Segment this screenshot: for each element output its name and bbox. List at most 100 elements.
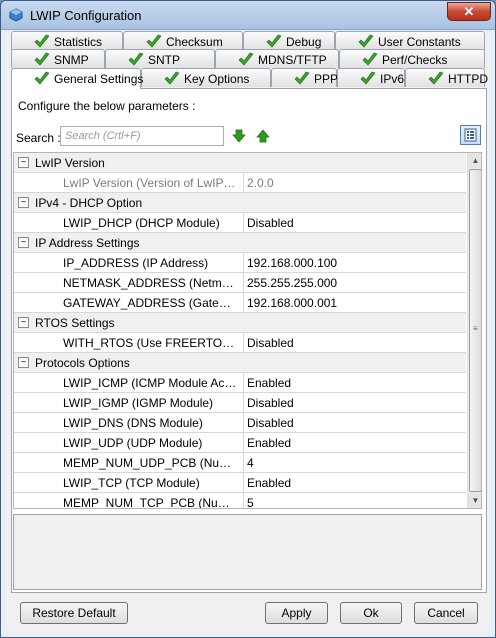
parameter-row[interactable]: WITH_RTOS (Use FREERTOS ** ... Disabled — [14, 333, 466, 353]
parameter-row[interactable]: GATEWAY_ADDRESS (Gateway A... 192.168.000… — [14, 293, 466, 313]
tab-perf-checks[interactable]: Perf/Checks — [339, 49, 485, 68]
category-name: LwIP Version — [35, 156, 105, 170]
parameter-name: MEMP_NUM_UDP_PCB (Number of... — [63, 456, 237, 470]
tab-sntp[interactable]: SNTP — [105, 49, 215, 68]
tab-mdns-tftp[interactable]: MDNS/TFTP — [215, 49, 339, 68]
close-button[interactable]: ✕ — [447, 2, 491, 21]
category-row[interactable]: − LwIP Version — [14, 153, 466, 173]
tab-debug[interactable]: Debug — [243, 31, 335, 50]
parameter-value[interactable]: Enabled — [243, 433, 465, 452]
scrollbar-grip: ≡ — [473, 324, 478, 333]
cube-icon — [9, 8, 23, 22]
tab-label: Debug — [286, 35, 322, 49]
parameter-value[interactable]: 4 — [243, 453, 465, 472]
tab-ppp[interactable]: PPP — [271, 68, 339, 87]
parameter-row[interactable]: LwIP Version (Version of LwIP sup... 2.0.… — [14, 173, 466, 193]
parameter-value[interactable]: 192.168.000.001 — [243, 293, 465, 312]
tab-httpd[interactable]: HTTPD — [405, 68, 488, 87]
parameter-name: LwIP Version (Version of LwIP sup... — [63, 176, 237, 190]
collapse-toggle-icon[interactable]: − — [18, 357, 29, 368]
title-bar[interactable]: LWIP Configuration ✕ — [1, 1, 495, 30]
parameter-name: LWIP_UDP (UDP Module) — [63, 436, 203, 450]
parameter-row[interactable]: LWIP_ICMP (ICMP Module Activati... Enable… — [14, 373, 466, 393]
checkmark-icon — [428, 71, 444, 85]
vertical-scrollbar[interactable]: ▲ ≡ ▼ — [467, 153, 481, 508]
parameter-row[interactable]: LWIP_TCP (TCP Module) Enabled — [14, 473, 466, 493]
lwip-configuration-dialog: LWIP Configuration ✕ Statistics Checksum D… — [0, 0, 496, 638]
parameter-row[interactable]: NETMASK_ADDRESS (Netmask Ad... 255.255.25… — [14, 273, 466, 293]
checkmark-icon — [128, 52, 144, 66]
tab-label: PPP — [314, 72, 339, 86]
checkmark-icon — [360, 71, 376, 85]
tab-statistics[interactable]: Statistics — [11, 31, 123, 50]
checkmark-icon — [238, 52, 254, 66]
ok-button[interactable]: Ok — [340, 602, 402, 624]
tab-checksum[interactable]: Checksum — [123, 31, 243, 50]
parameter-row[interactable]: MEMP_NUM_UDP_PCB (Number of... 4 — [14, 453, 466, 473]
category-name: IPv4 - DHCP Option — [35, 196, 143, 210]
tab-label: MDNS/TFTP — [258, 53, 327, 67]
tab-label: Perf/Checks — [382, 53, 448, 67]
arrow-down-icon[interactable] — [232, 129, 246, 143]
collapse-toggle-icon[interactable]: − — [18, 237, 29, 248]
checkmark-icon — [266, 34, 282, 48]
description-box — [13, 514, 482, 590]
checkmark-icon — [34, 52, 50, 66]
parameter-value[interactable]: 5 — [243, 493, 465, 508]
parameter-value[interactable]: Disabled — [243, 333, 465, 352]
category-name: IP Address Settings — [35, 236, 140, 250]
parameter-value[interactable]: Enabled — [243, 373, 465, 392]
parameter-value[interactable]: Disabled — [243, 213, 465, 232]
collapse-toggle-icon[interactable]: − — [18, 197, 29, 208]
scroll-up-arrow[interactable]: ▲ — [468, 153, 481, 168]
parameter-row[interactable]: LWIP_UDP (UDP Module) Enabled — [14, 433, 466, 453]
tab-user-constants[interactable]: User Constants — [335, 31, 485, 50]
parameter-row[interactable]: LWIP_DNS (DNS Module) Disabled — [14, 413, 466, 433]
parameter-name: NETMASK_ADDRESS (Netmask Ad... — [63, 276, 237, 290]
category-name: RTOS Settings — [35, 316, 115, 330]
tab-snmp[interactable]: SNMP — [11, 49, 105, 68]
checkmark-icon — [164, 71, 180, 85]
category-name: Protocols Options — [35, 356, 130, 370]
scrollbar-thumb[interactable]: ≡ — [469, 169, 481, 492]
parameter-value[interactable]: Enabled — [243, 473, 465, 492]
parameter-name: LWIP_ICMP (ICMP Module Activati... — [63, 376, 237, 390]
property-grid[interactable]: − LwIP Version LwIP Version (Version of Lw… — [13, 152, 482, 509]
category-row[interactable]: − IPv4 - DHCP Option — [14, 193, 466, 213]
parameter-value[interactable]: Disabled — [243, 413, 465, 432]
tab-key-options[interactable]: Key Options — [141, 68, 271, 87]
parameter-value[interactable]: 192.168.000.100 — [243, 253, 465, 272]
search-input[interactable] — [60, 126, 224, 146]
parameter-value: 2.0.0 — [243, 173, 465, 192]
category-row[interactable]: − IP Address Settings — [14, 233, 466, 253]
tab-ipv6[interactable]: IPv6 — [337, 68, 405, 87]
collapse-toggle-icon[interactable]: − — [18, 157, 29, 168]
dialog-body: Statistics Checksum Debug User Constants SNM… — [7, 31, 489, 631]
scroll-down-arrow[interactable]: ▼ — [468, 493, 481, 508]
arrow-up-icon[interactable] — [256, 129, 270, 143]
tab-label: HTTPD — [448, 72, 488, 86]
parameter-name: WITH_RTOS (Use FREERTOS ** ... — [63, 336, 237, 350]
apply-button[interactable]: Apply — [265, 602, 328, 624]
collapse-toggle-icon[interactable]: − — [18, 317, 29, 328]
checkmark-icon — [146, 34, 162, 48]
parameter-row[interactable]: LWIP_IGMP (IGMP Module) Disabled — [14, 393, 466, 413]
search-label: Search : — [16, 131, 61, 145]
checkmark-icon — [358, 34, 374, 48]
parameter-row[interactable]: IP_ADDRESS (IP Address) 192.168.000.100 — [14, 253, 466, 273]
checkmark-icon — [294, 71, 310, 85]
category-row[interactable]: − RTOS Settings — [14, 313, 466, 333]
category-row[interactable]: − Protocols Options — [14, 353, 466, 373]
parameter-name: LWIP_TCP (TCP Module) — [63, 476, 200, 490]
parameter-value[interactable]: Disabled — [243, 393, 465, 412]
general-settings-panel: Configure the below parameters : Search … — [11, 88, 487, 593]
restore-default-button[interactable]: Restore Default — [20, 602, 128, 624]
tab-general-settings[interactable]: General Settings — [11, 68, 143, 89]
cancel-button[interactable]: Cancel — [414, 602, 478, 624]
parameter-row[interactable]: MEMP_NUM_TCP_PCB (Number of... 5 — [14, 493, 466, 508]
tab-label: Checksum — [166, 35, 223, 49]
parameter-value[interactable]: 255.255.255.000 — [243, 273, 465, 292]
list-view-button[interactable] — [460, 125, 481, 145]
checkmark-icon — [34, 71, 50, 85]
parameter-row[interactable]: LWIP_DHCP (DHCP Module) Disabled — [14, 213, 466, 233]
